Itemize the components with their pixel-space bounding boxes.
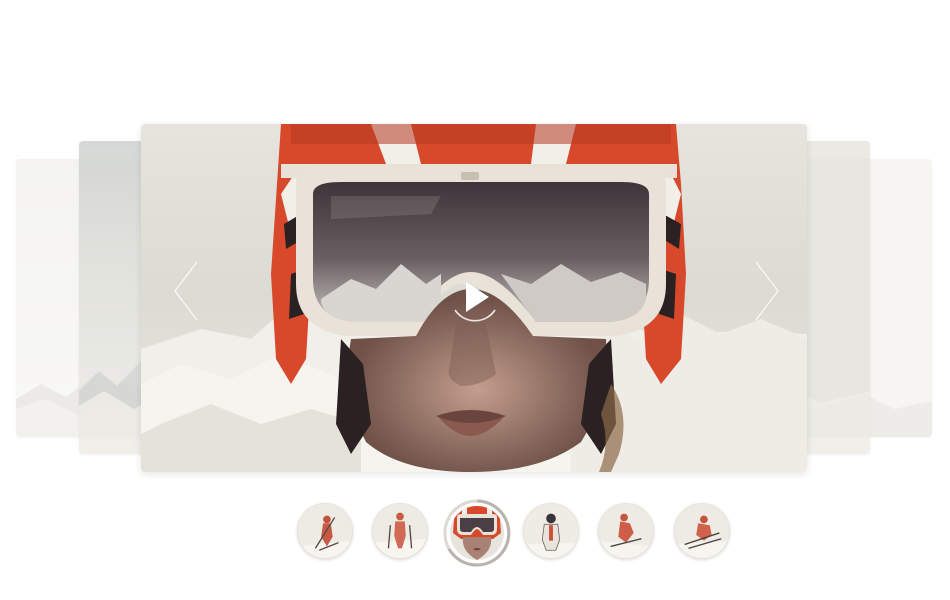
chevron-left-icon — [174, 261, 198, 321]
thumbnail-4[interactable] — [523, 503, 579, 559]
prev-slide-button[interactable] — [171, 260, 201, 322]
skier-turning-icon — [599, 504, 653, 558]
next-slide-button[interactable] — [752, 260, 782, 322]
thumbnail-1[interactable] — [297, 503, 353, 559]
skier-pole-icon — [298, 504, 352, 558]
skier-standing-icon — [373, 504, 427, 558]
skier-frontal-icon — [524, 504, 578, 558]
thumbnail-2[interactable] — [372, 503, 428, 559]
play-video-button[interactable] — [449, 270, 501, 328]
thumbnail-6[interactable] — [674, 503, 730, 559]
thumbnail-5[interactable] — [598, 503, 654, 559]
play-icon — [454, 282, 496, 322]
skier-crouch-icon — [675, 504, 729, 558]
thumbnail-3-active[interactable] — [443, 499, 511, 567]
chevron-right-icon — [755, 261, 779, 321]
helmet-goggles-icon — [443, 499, 511, 567]
carousel-stage — [0, 0, 950, 600]
